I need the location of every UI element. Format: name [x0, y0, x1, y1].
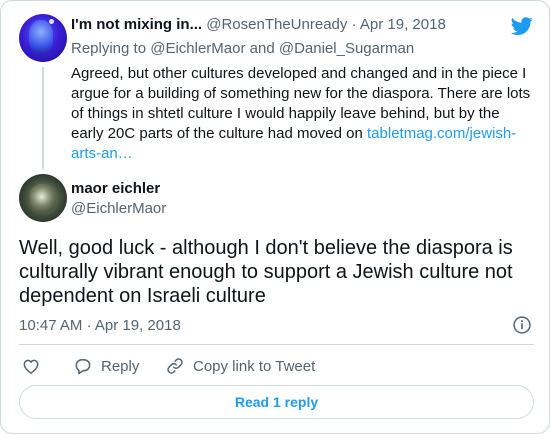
main-author-avatar[interactable]: [19, 174, 67, 222]
twitter-bird-icon[interactable]: [510, 15, 534, 37]
main-author-name[interactable]: maor eichler: [71, 180, 160, 197]
copy-link-button[interactable]: Copy link to Tweet: [165, 354, 315, 378]
main-tweet-text: Well, good luck - although I don't belie…: [19, 237, 513, 307]
reply-button[interactable]: Reply: [73, 354, 139, 378]
tweet-timestamp[interactable]: 10:47 AM · Apr 19, 2018: [19, 317, 181, 334]
parent-author-avatar[interactable]: [19, 14, 67, 62]
parent-author-handle[interactable]: @RosenTheUnready: [206, 16, 347, 33]
info-icon[interactable]: [512, 315, 532, 335]
parent-author-name[interactable]: I'm not mixing in...: [71, 16, 202, 33]
copy-link-label: Copy link to Tweet: [193, 357, 316, 375]
tweet-embed-card: I'm not mixing in... @RosenTheUnready · …: [0, 0, 550, 434]
main-author-handle[interactable]: @EichlerMaor: [71, 200, 166, 217]
actions-divider: [19, 344, 534, 345]
tweet-time[interactable]: 10:47 AM: [19, 317, 82, 334]
replying-to-label: Replying to: [71, 40, 147, 57]
reply-mention-1[interactable]: @EichlerMaor: [150, 40, 245, 57]
like-button[interactable]: [21, 354, 49, 378]
timestamp-separator: ·: [86, 317, 92, 334]
parent-tweet-date[interactable]: Apr 19, 2018: [360, 16, 446, 33]
parent-tweet-text: Agreed, but other cultures developed and…: [71, 64, 533, 164]
tweet-date[interactable]: Apr 19, 2018: [95, 317, 181, 334]
read-replies-button[interactable]: Read 1 reply: [19, 385, 534, 419]
reply-and-label: and: [249, 40, 275, 57]
header-separator: ·: [351, 16, 357, 33]
parent-tweet-header: I'm not mixing in... @RosenTheUnready · …: [71, 16, 446, 33]
reply-mention-2[interactable]: @Daniel_Sugarman: [279, 40, 414, 57]
replying-to-line: Replying to @EichlerMaor and @Daniel_Sug…: [71, 40, 414, 57]
link-icon: [167, 358, 183, 374]
reply-label: Reply: [101, 357, 140, 375]
heart-icon: [23, 359, 39, 374]
thread-connector-line: [42, 67, 44, 169]
reply-icon: [75, 359, 91, 375]
